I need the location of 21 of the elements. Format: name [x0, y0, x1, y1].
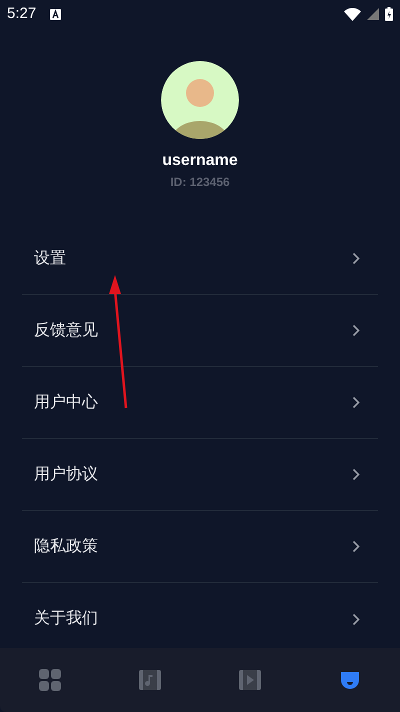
video-film-icon[interactable]: [238, 668, 262, 692]
username: username: [162, 151, 238, 171]
wifi-icon: [344, 8, 361, 20]
notification-icon: [50, 8, 62, 20]
status-time: 5:27: [7, 4, 36, 24]
chevron-right-icon: [352, 252, 360, 265]
menu-item[interactable]: 用户协议: [22, 439, 378, 511]
menu-item[interactable]: 隐私政策: [22, 511, 378, 583]
menu-item[interactable]: 关于我们: [22, 583, 378, 648]
chevron-right-icon: [352, 468, 360, 481]
menu-item[interactable]: 用户中心: [22, 367, 378, 439]
grid-icon[interactable]: [38, 668, 62, 692]
chevron-right-icon: [352, 612, 360, 626]
chevron-right-icon: [352, 324, 360, 337]
chevron-right-icon: [352, 396, 360, 409]
battery-icon: [385, 7, 393, 21]
user-id: ID: 123456: [170, 174, 230, 190]
signal-icon: [367, 8, 379, 20]
menu-item[interactable]: 反馈意见: [22, 295, 378, 367]
music-film-icon[interactable]: [138, 668, 162, 692]
chevron-right-icon: [352, 540, 360, 553]
